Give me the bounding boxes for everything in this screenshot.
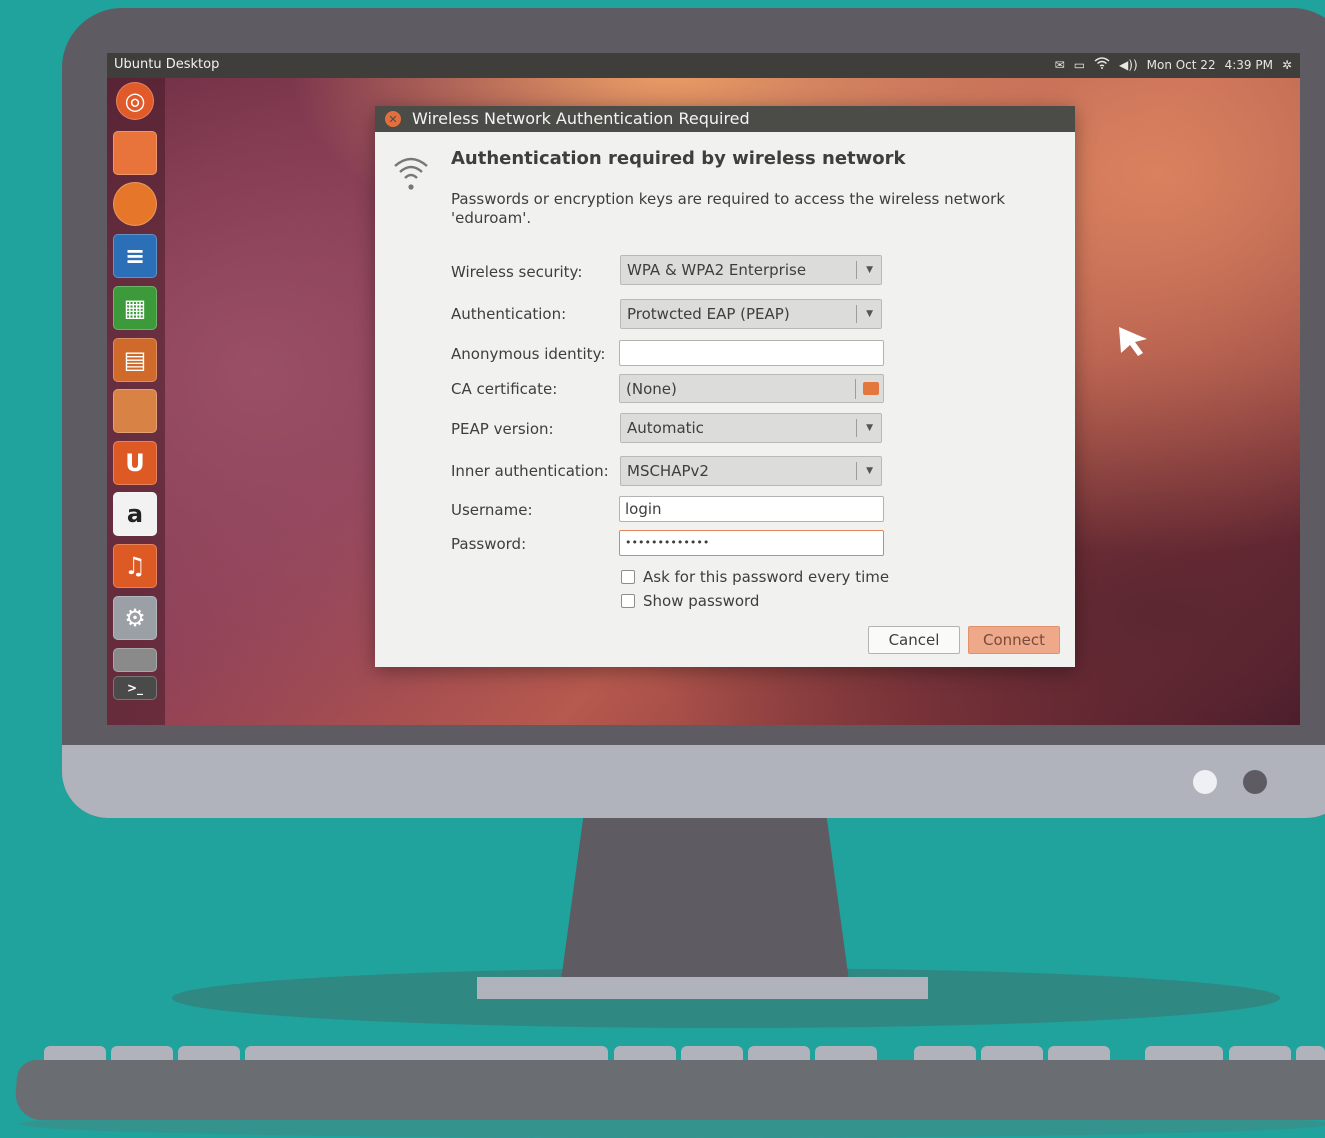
peap-version-select[interactable]: Automatic ▼ (620, 413, 882, 443)
terminal-icon[interactable]: >_ (113, 676, 157, 700)
ubuntu-one-music-icon[interactable]: ♫ (113, 544, 157, 588)
anonymous-identity-label: Anonymous identity: (451, 345, 606, 363)
ca-certificate-value: (None) (626, 380, 677, 398)
username-field[interactable]: login (619, 496, 884, 522)
show-password-row[interactable]: Show password (621, 592, 759, 610)
ubuntu-dash-icon[interactable]: ◎ (116, 82, 154, 120)
chevron-down-icon: ▼ (866, 466, 873, 476)
files-folder-icon[interactable] (113, 131, 157, 175)
software-center-icon[interactable] (113, 389, 157, 433)
libreoffice-calc-icon[interactable]: ▦ (113, 286, 157, 330)
combo-separator (856, 261, 857, 279)
libreoffice-writer-icon[interactable]: ≡ (113, 234, 157, 278)
auth-dialog: ✕ Wireless Network Authentication Requir… (375, 106, 1075, 667)
monitor-chin (62, 745, 1325, 818)
username-label: Username: (451, 501, 533, 519)
libreoffice-impress-icon[interactable]: ▤ (113, 338, 157, 382)
authentication-value: Protwcted EAP (PEAP) (627, 305, 790, 323)
combo-separator (856, 419, 857, 437)
firefox-icon[interactable] (113, 182, 157, 226)
clock-date[interactable]: Mon Oct 22 (1147, 58, 1216, 72)
ask-password-checkbox[interactable] (621, 570, 635, 584)
combo-separator (856, 305, 857, 323)
ubuntu-one-icon[interactable]: U (113, 441, 157, 485)
ca-certificate-label: CA certificate: (451, 380, 558, 398)
inner-authentication-value: MSCHAPv2 (627, 462, 709, 480)
battery-icon[interactable]: ▭ (1074, 58, 1085, 72)
dialog-message: Passwords or encryption keys are require… (451, 190, 1006, 227)
system-tray: ✉ ▭ ◀)) Mon Oct 22 4:39 PM ✲ (1055, 57, 1292, 72)
ask-password-label: Ask for this password every time (643, 568, 890, 586)
system-settings-icon[interactable]: ⚙ (113, 596, 157, 640)
password-value: ••••••••••••• (625, 536, 710, 549)
power-indicator-light (1193, 770, 1217, 794)
inner-authentication-label: Inner authentication: (451, 462, 609, 480)
launcher-bar: ◎ ≡ ▦ ▤ U a ♫ ⚙ >_ (107, 78, 165, 725)
amazon-icon[interactable]: a (113, 492, 157, 536)
authentication-select[interactable]: Protwcted EAP (PEAP) ▼ (620, 299, 882, 329)
username-value: login (625, 500, 662, 518)
wireless-security-label: Wireless security: (451, 263, 583, 281)
volume-icon[interactable]: ◀)) (1119, 58, 1138, 72)
dialog-titlebar: ✕ Wireless Network Authentication Requir… (375, 106, 1075, 132)
wireless-security-select[interactable]: WPA & WPA2 Enterprise ▼ (620, 255, 882, 285)
wireless-security-value: WPA & WPA2 Enterprise (627, 261, 807, 279)
chooser-separator (855, 379, 856, 399)
mouse-pointer-icon (1117, 325, 1151, 363)
ask-password-row[interactable]: Ask for this password every time (621, 568, 889, 586)
monitor-stand-neck (560, 818, 850, 988)
inner-authentication-select[interactable]: MSCHAPv2 ▼ (620, 456, 882, 486)
chevron-down-icon: ▼ (866, 309, 873, 319)
chevron-down-icon: ▼ (866, 423, 873, 433)
show-password-label: Show password (643, 592, 760, 610)
show-password-checkbox[interactable] (621, 594, 635, 608)
settings-gear-icon[interactable]: ✲ (1282, 58, 1292, 72)
authentication-label: Authentication: (451, 305, 567, 323)
window-title: Ubuntu Desktop (114, 57, 220, 72)
cancel-button[interactable]: Cancel (868, 626, 960, 654)
clock-time[interactable]: 4:39 PM (1225, 58, 1273, 72)
password-field[interactable]: ••••••••••••• (619, 530, 884, 556)
ca-certificate-chooser[interactable]: (None) (619, 374, 884, 403)
connect-button[interactable]: Connect (968, 626, 1060, 654)
close-icon[interactable]: ✕ (385, 111, 401, 127)
mail-icon[interactable]: ✉ (1055, 58, 1065, 72)
top-panel: Ubuntu Desktop ✉ ▭ ◀)) Mon Oct 22 4:39 P… (107, 53, 1300, 78)
anonymous-identity-field[interactable] (619, 340, 884, 366)
password-label: Password: (451, 535, 527, 553)
peap-version-label: PEAP version: (451, 420, 554, 438)
peap-version-value: Automatic (627, 419, 704, 437)
workspace-switcher-icon[interactable] (113, 648, 157, 672)
folder-icon[interactable] (863, 382, 879, 395)
wifi-icon[interactable] (1094, 57, 1110, 72)
keyboard-body (13, 1060, 1325, 1120)
wireless-signal-icon (393, 154, 429, 198)
desktop-screen: Ubuntu Desktop ✉ ▭ ◀)) Mon Oct 22 4:39 P… (107, 53, 1300, 725)
power-indicator-dark (1243, 770, 1267, 794)
dialog-heading: Authentication required by wireless netw… (451, 148, 906, 169)
combo-separator (856, 462, 857, 480)
monitor-stand-base (477, 977, 928, 999)
dialog-title: Wireless Network Authentication Required (412, 109, 750, 128)
chevron-down-icon: ▼ (866, 265, 873, 275)
